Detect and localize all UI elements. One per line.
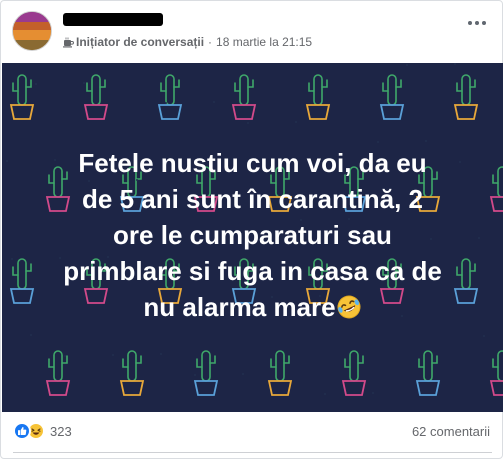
caption-line: Fetele nustiu cum voi, da eu	[78, 148, 427, 178]
author-avatar[interactable]	[12, 11, 52, 51]
conversation-starter-icon	[63, 37, 74, 48]
caption-line: de 5 ani sunt în carantină, 2	[82, 184, 423, 214]
caption-line: primblare si fuga in casa ca de	[63, 256, 442, 286]
more-options-button[interactable]	[463, 13, 491, 33]
more-options-icon	[468, 21, 472, 25]
like-icon	[13, 422, 31, 440]
reaction-count: 323	[50, 423, 72, 439]
caption-line-last: nu alarma mare	[22, 289, 483, 325]
author-badge[interactable]: Inițiator de conversații	[76, 35, 204, 49]
post-footer: 323 62 comentarii	[1, 412, 503, 453]
footer-divider	[13, 452, 492, 453]
post-image[interactable]: Fetele nustiu cum voi, da eu de 5 ani su…	[2, 63, 503, 412]
author-name-redacted[interactable]	[63, 13, 163, 26]
comment-count-link[interactable]: 62 comentarii	[412, 424, 490, 439]
caption-line: nu alarma mare	[143, 292, 336, 322]
post-header: Inițiator de conversații · 18 martie la …	[1, 1, 503, 63]
meta-separator: ·	[208, 35, 213, 49]
post-caption: Fetele nustiu cum voi, da eu de 5 ani su…	[22, 145, 483, 325]
post-meta: Inițiator de conversații · 18 martie la …	[63, 34, 312, 50]
post-timestamp[interactable]: 18 martie la 21:15	[216, 35, 312, 49]
caption-line: ore le cumparaturi sau	[113, 220, 392, 250]
post-card: Inițiator de conversații · 18 martie la …	[0, 0, 503, 459]
rolling-laughing-emoji	[336, 293, 362, 319]
reactions-summary[interactable]: 323	[13, 422, 72, 440]
